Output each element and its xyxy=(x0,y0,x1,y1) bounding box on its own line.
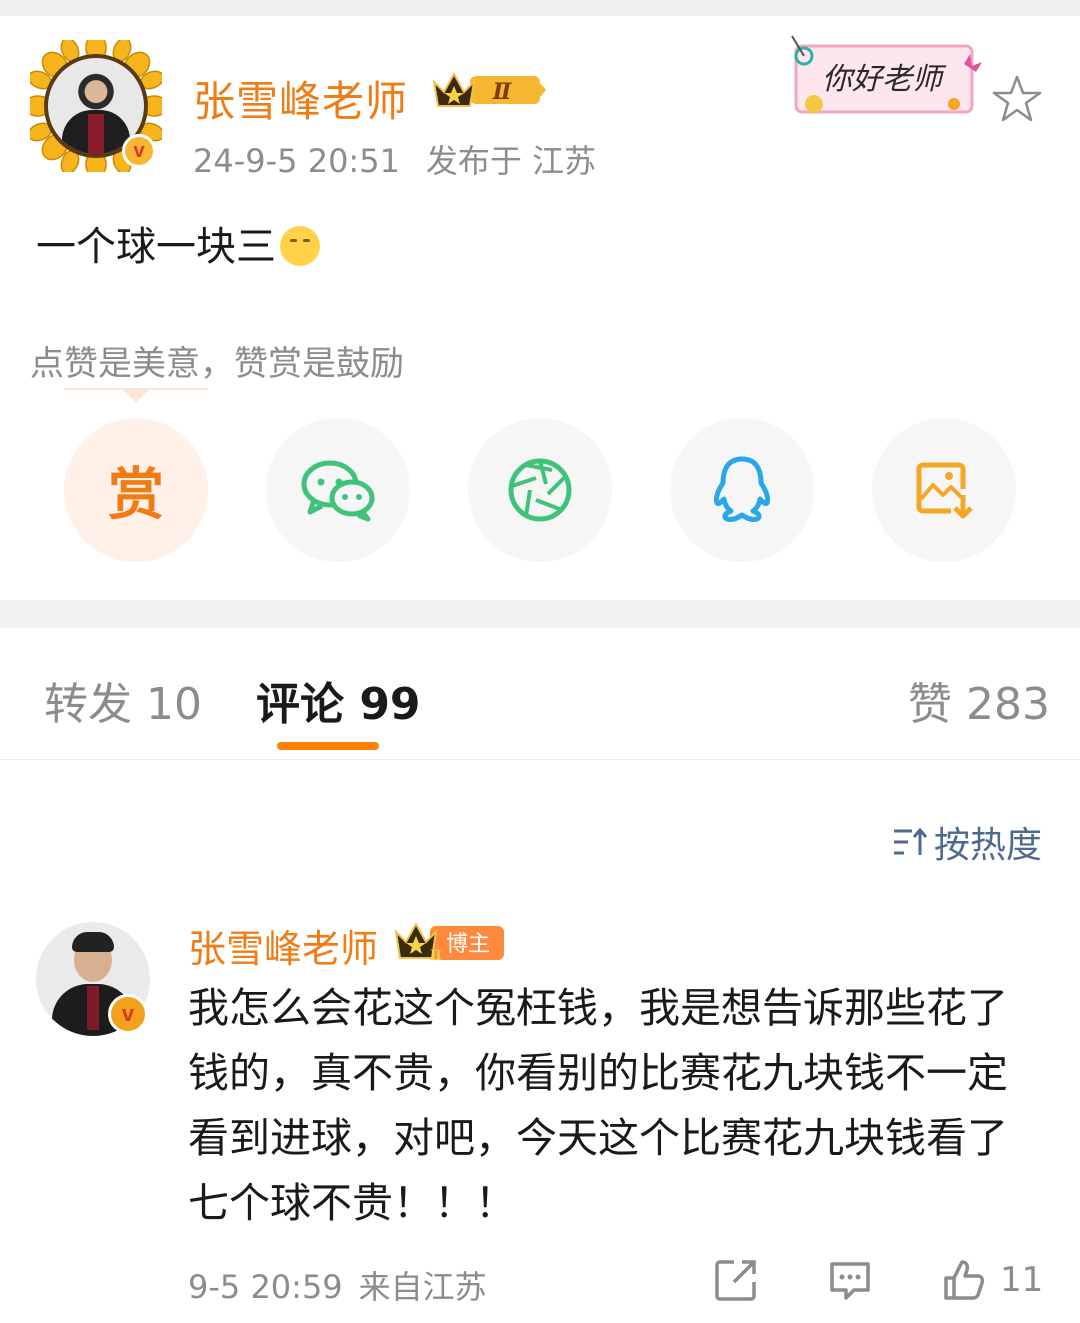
post-time: 24-9-5 20:51 xyxy=(193,142,400,180)
reward-label: 赏 xyxy=(108,462,164,528)
comment-text: 我怎么会花这个冤枉钱，我是想告诉那些花了钱的，真不贵，你看别的比赛花九块钱不一定… xyxy=(188,984,1008,1227)
tip-pointer xyxy=(64,388,208,402)
author-avatar[interactable]: v xyxy=(30,40,162,172)
post-card: v 张雪峰老师 Ⅱ 24-9-5 20:51 发布于 江苏 你好老师 一个球一块三… xyxy=(0,16,1080,600)
sort-icon xyxy=(894,827,928,855)
share-wechat-button[interactable] xyxy=(266,418,410,562)
comment-verified-v-icon: v xyxy=(108,994,148,1034)
share-moments-button[interactable] xyxy=(468,418,612,562)
shush-emoji-icon xyxy=(280,226,320,266)
verified-v-icon: v xyxy=(122,134,156,168)
favorite-star-icon[interactable] xyxy=(992,74,1042,124)
share-qq-button[interactable] xyxy=(670,418,814,562)
tab-likes[interactable]: 赞 283 xyxy=(908,668,1050,732)
post-meta: 24-9-5 20:51 发布于 江苏 xyxy=(193,136,622,182)
save-image-icon xyxy=(916,462,973,519)
qq-icon xyxy=(714,456,770,522)
wechat-icon xyxy=(301,460,375,522)
moments-icon xyxy=(508,458,572,522)
post-text: 一个球一块三 xyxy=(36,224,276,270)
comment-location: 来自江苏 xyxy=(358,1268,487,1306)
section-separator xyxy=(0,600,1080,628)
svg-text:Ⅱ: Ⅱ xyxy=(430,948,442,964)
comment-time: 9-5 20:59 xyxy=(188,1268,343,1306)
reply-comment-icon[interactable] xyxy=(826,1256,874,1304)
comment-meta: 9-5 20:59 来自江苏 xyxy=(188,1262,503,1308)
interaction-tabs: 转发 10 评论 99 赞 283 xyxy=(0,628,1080,760)
comment-author-name[interactable]: 张雪峰老师 xyxy=(188,918,378,973)
post-location: 发布于 江苏 xyxy=(425,142,597,180)
sort-by-hot-button[interactable]: 按热度 xyxy=(892,816,1042,868)
save-image-button[interactable] xyxy=(872,418,1016,562)
reward-tip: 点赞是美意，赞赏是鼓励 xyxy=(30,344,404,384)
share-row: 赏 xyxy=(0,418,1080,564)
post-content: 一个球一块三 xyxy=(36,214,320,272)
share-comment-icon[interactable] xyxy=(712,1256,760,1304)
post-author-name[interactable]: 张雪峰老师 xyxy=(193,68,408,129)
top-divider xyxy=(0,0,1080,16)
svg-text:你好老师: 你好老师 xyxy=(822,62,947,97)
reward-button[interactable]: 赏 xyxy=(64,418,208,562)
comment-like-count: 11 xyxy=(1000,1260,1044,1300)
active-tab-indicator xyxy=(277,742,379,750)
like-comment-icon[interactable] xyxy=(940,1256,988,1304)
hello-teacher-sticker[interactable]: 你好老师 xyxy=(786,34,986,122)
blogger-badge: Ⅱ 博主 xyxy=(394,921,504,964)
crown-level-badge-icon[interactable]: Ⅱ xyxy=(430,68,546,110)
tab-repost[interactable]: 转发 10 xyxy=(44,668,202,732)
sort-label: 按热度 xyxy=(934,825,1043,866)
svg-text:博主: 博主 xyxy=(446,932,490,957)
svg-text:Ⅱ: Ⅱ xyxy=(492,79,513,105)
tab-comments[interactable]: 评论 99 xyxy=(256,668,421,732)
